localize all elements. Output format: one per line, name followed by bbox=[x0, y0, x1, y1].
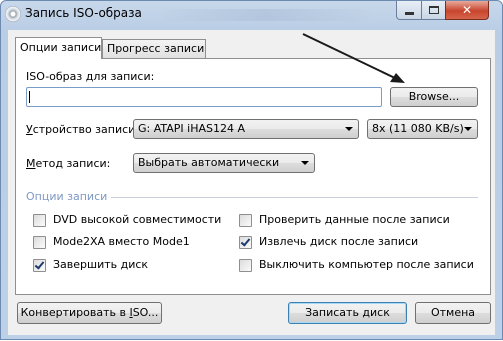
annotation-arrow-head bbox=[390, 73, 405, 83]
tab-write-options[interactable]: Опции записи bbox=[15, 37, 102, 59]
annotation-arrow-shaft bbox=[302, 33, 398, 80]
dialog-window: Запись ISO-образа ✕ Опции записи Прогрес… bbox=[0, 0, 503, 340]
